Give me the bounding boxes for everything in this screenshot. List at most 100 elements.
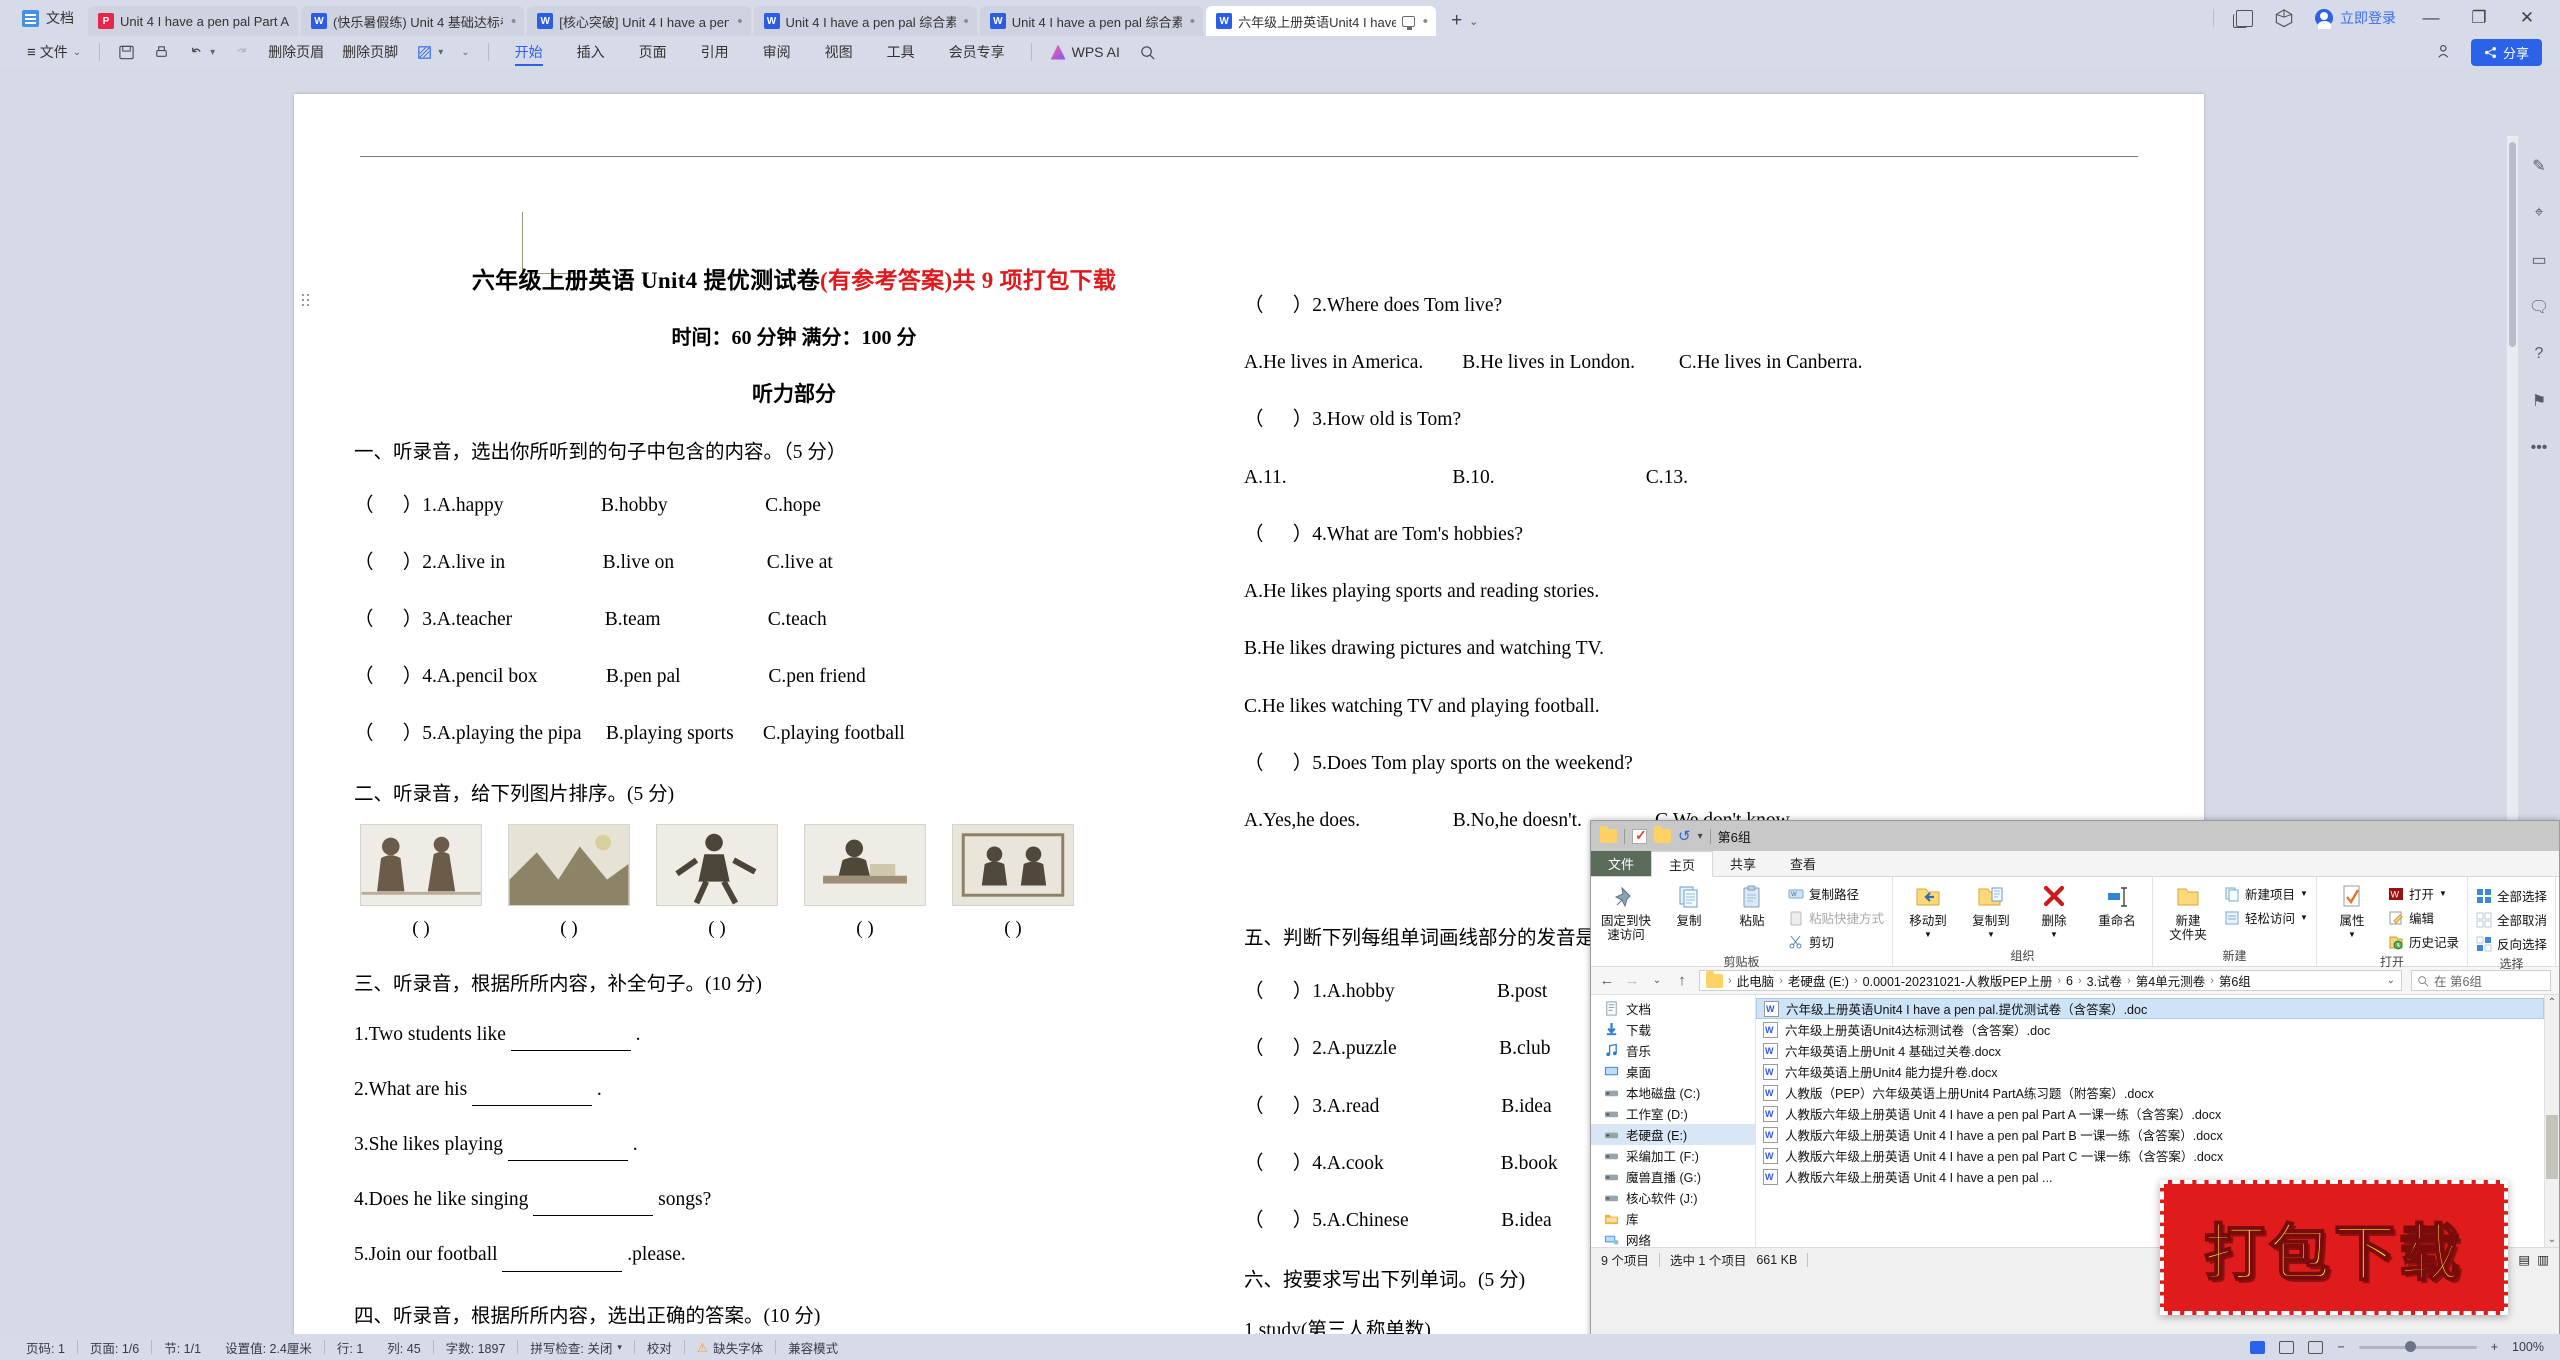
section-status[interactable]: 节: 1/1 (152, 1338, 213, 1357)
chevron-down-icon[interactable]: ▼ (2300, 913, 2308, 922)
breadcrumb-item[interactable]: 0.0001-20231021-人教版PEP上册 (1863, 971, 2053, 990)
chevron-down-icon[interactable]: ▼ (2050, 930, 2058, 939)
explorer-search-input[interactable]: 在 第6组 (2411, 970, 2551, 991)
nav-pane-item[interactable]: 核心软件 (J:) (1591, 1187, 1755, 1208)
properties-quick-icon[interactable] (1632, 827, 1647, 844)
chevron-down-icon[interactable]: ▼ (1924, 930, 1932, 939)
proofread-button[interactable]: 校对 (635, 1338, 684, 1357)
bookmark-icon[interactable]: ⚑ (2527, 389, 2551, 413)
chevron-down-icon[interactable]: ▼ (2348, 930, 2356, 939)
nav-pane-item[interactable]: 桌面 (1591, 1061, 1755, 1082)
column-status[interactable]: 列: 45 (375, 1338, 432, 1357)
breadcrumb-item[interactable]: 第6组 (2219, 971, 2251, 990)
edit-button[interactable]: 编辑 (2388, 908, 2459, 927)
collaborate-icon[interactable] (2437, 42, 2455, 63)
login-button[interactable]: 立即登录 (2315, 8, 2396, 29)
breadcrumb-item[interactable]: 老硬盘 (E:) (1788, 971, 1849, 990)
picture-order-blank[interactable]: ( ) (360, 918, 482, 940)
file-list-item[interactable]: 人教版六年级上册英语 Unit 4 I have a pen pal Part … (1756, 1103, 2544, 1124)
nav-pane-item[interactable]: 采编加工 (F:) (1591, 1145, 1755, 1166)
document-home-badge[interactable]: 文档 (0, 0, 88, 36)
file-list-item[interactable]: 人教版六年级上册英语 Unit 4 I have a pen pal Part … (1756, 1145, 2544, 1166)
nav-pane-item[interactable]: 文档 (1591, 998, 1755, 1019)
print-icon[interactable] (144, 36, 179, 68)
explorer-title-bar[interactable]: ↺ ▾ 第6组 (1591, 821, 2559, 851)
zoom-out-icon[interactable]: − (2337, 1340, 2344, 1354)
nav-pane-item[interactable]: 本地磁盘 (C:) (1591, 1082, 1755, 1103)
document-tab[interactable]: W Unit 4 I have a pen pal 综合素质 • (979, 6, 1204, 36)
breadcrumb-item[interactable]: 此电脑 (1737, 971, 1775, 990)
select-all-button[interactable]: 全部选择 (2476, 886, 2547, 905)
chevron-down-icon[interactable]: ⌄ (2387, 975, 2395, 986)
overflow-chevron-icon[interactable]: ⌄ (452, 36, 478, 68)
share-button[interactable]: 分享 (2470, 38, 2542, 66)
cursor-icon[interactable]: ⌖ (2527, 201, 2551, 225)
picture-order-blank[interactable]: ( ) (952, 918, 1074, 940)
new-tab-button[interactable]: + ⌄ (1439, 6, 1490, 36)
file-list-item[interactable]: 六年级上册英语Unit4 I have a pen pal.提优测试卷（含答案）… (1756, 998, 2544, 1019)
answer-blank[interactable] (533, 1185, 654, 1217)
nav-pane-item[interactable]: 老硬盘 (E:) (1591, 1124, 1755, 1145)
picture-order-blank[interactable]: ( ) (656, 918, 778, 940)
easy-access-button[interactable]: 轻松访问 ▼ (2224, 908, 2308, 927)
breadcrumb-item[interactable]: 第4单元测卷 (2136, 971, 2205, 990)
forward-icon[interactable]: → (1624, 972, 1640, 989)
file-list-item[interactable]: 六年级上册英语Unit4达标测试卷（含答案）.doc (1756, 1019, 2544, 1040)
scroll-down-icon[interactable]: ⌄ (2545, 1232, 2559, 1247)
presentation-icon[interactable] (1401, 15, 1415, 30)
properties-button[interactable]: 属性 ▼ (2325, 882, 2379, 940)
search-icon[interactable] (1130, 36, 1165, 68)
pin-to-quick-access-button[interactable]: 固定到快 速访问 (1599, 882, 1653, 943)
picture-order-blank[interactable]: ( ) (804, 918, 926, 940)
ribbon-tab-开始[interactable]: 开始 (498, 36, 560, 68)
nav-pane-item[interactable]: 下载 (1591, 1019, 1755, 1040)
chevron-down-icon[interactable]: ▼ (2439, 889, 2447, 898)
help-icon[interactable]: ? (2527, 342, 2551, 366)
tab-close-dot-icon[interactable]: • (1423, 14, 1428, 29)
answer-blank[interactable] (472, 1075, 593, 1107)
page-count-status[interactable]: 页面: 1/6 (78, 1338, 151, 1357)
web-layout-view-icon[interactable] (2279, 1340, 2295, 1354)
tab-close-dot-icon[interactable]: • (964, 14, 969, 29)
answer-blank[interactable] (510, 1020, 631, 1051)
chevron-down-icon[interactable]: ▼ (2300, 889, 2308, 898)
answer-blank[interactable] (502, 1240, 623, 1272)
explorer-nav-pane[interactable]: 文档 下载 音乐 桌面 本地磁盘 (C:) 工作室 (D:) 老硬盘 (E:) 采编加工 (F… (1591, 995, 1756, 1247)
nav-pane-item[interactable]: 音乐 (1591, 1040, 1755, 1061)
tab-close-dot-icon[interactable]: • (737, 14, 742, 29)
file-list-item[interactable]: 人教版六年级上册英语 Unit 4 I have a pen pal Part … (1756, 1124, 2544, 1145)
explorer-scrollbar[interactable]: ⌃ ⌄ (2544, 995, 2559, 1247)
close-button[interactable]: ✕ (2514, 8, 2540, 28)
zoom-slider-knob[interactable] (2404, 1340, 2416, 1352)
paste-button[interactable]: 粘贴 (1725, 882, 1779, 928)
scrollbar-thumb[interactable] (2509, 142, 2516, 347)
wps-ai-button[interactable]: WPS AI (1041, 44, 1130, 60)
open-with-button[interactable]: W 打开 ▼ (2388, 884, 2459, 903)
restore-button[interactable]: ❐ (2466, 8, 2492, 28)
copy-window-icon[interactable] (2233, 9, 2253, 28)
file-list-item[interactable]: 人教版（PEP）六年级英语上册Unit4 PartA练习题（附答案）.docx (1756, 1082, 2544, 1103)
redo-icon[interactable] (224, 36, 259, 68)
ribbon-tab-工具[interactable]: 工具 (870, 36, 932, 68)
copy-button[interactable]: 复制 (1662, 882, 1716, 928)
cut-button[interactable]: 剪切 (1788, 932, 1884, 951)
new-folder-quick-icon[interactable] (1654, 826, 1671, 843)
document-tab[interactable]: W 六年级上册英语Unit4 I have a • (1206, 6, 1437, 36)
ribbon-tab-审阅[interactable]: 审阅 (746, 36, 808, 68)
pen-icon[interactable]: ✎ (2527, 154, 2551, 178)
move-to-button[interactable]: 移动到 ▼ (1901, 882, 1955, 940)
missing-font-status[interactable]: ⚠ 缺失字体 (685, 1338, 775, 1357)
undo-icon[interactable]: ▾ (179, 36, 224, 68)
nav-pane-item[interactable]: 库 (1591, 1208, 1755, 1229)
ribbon-tab-视图[interactable]: 视图 (808, 36, 870, 68)
file-list-item[interactable]: 六年级英语上册Unit 4 基础过关卷.docx (1756, 1040, 2544, 1061)
page-number-status[interactable]: 页码: 1 (14, 1338, 77, 1357)
file-menu-button[interactable]: ≡ 文件 ⌄ (18, 36, 90, 68)
chevron-down-icon[interactable]: ▾ (1698, 831, 1703, 842)
breadcrumb-item[interactable]: 6 (2066, 974, 2073, 988)
delete-footer-button[interactable]: 删除页脚 (333, 36, 407, 68)
picture-order-blank[interactable]: ( ) (508, 918, 630, 940)
large-icons-view-icon[interactable]: ▥ (2537, 1252, 2549, 1267)
delete-header-button[interactable]: 删除页眉 (259, 36, 333, 68)
select-icon[interactable]: ▭ (2527, 248, 2551, 272)
